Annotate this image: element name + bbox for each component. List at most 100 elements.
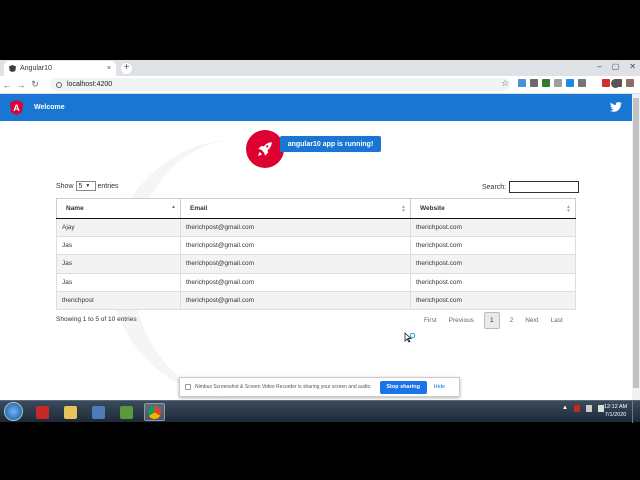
- share-message: Nimbus Screenshot & Screen Video Recorde…: [195, 384, 372, 390]
- cell-email: therichpost@gmail.com: [180, 273, 411, 292]
- extension-icon[interactable]: [566, 79, 574, 87]
- clock-date: 7/1/2020: [604, 412, 627, 418]
- minimize-button[interactable]: –: [597, 62, 601, 71]
- cell-website: therichpost.com: [410, 254, 576, 274]
- url-text[interactable]: localhost:4200: [67, 81, 112, 88]
- angular-logo-icon: A: [10, 100, 23, 115]
- menu-kebab-icon[interactable]: ⋮: [626, 78, 635, 89]
- show-label: Show: [56, 182, 74, 190]
- tab-close-icon[interactable]: ×: [107, 65, 111, 72]
- cell-name: Jas: [56, 254, 181, 274]
- chrome-icon: [148, 405, 161, 419]
- table-search-control: Search:: [482, 181, 580, 193]
- spacer: [590, 79, 598, 87]
- taskbar-app-chrome[interactable]: [144, 403, 165, 421]
- hide-button[interactable]: Hide: [434, 384, 445, 390]
- column-header-email[interactable]: Email ▲ ▼: [180, 198, 411, 219]
- taskbar-clock[interactable]: 12:12 AM 7/1/2020: [604, 403, 627, 419]
- screen-share-notification: Nimbus Screenshot & Screen Video Recorde…: [179, 377, 460, 397]
- taskbar: ▲ 12:12 AM 7/1/2020: [0, 400, 640, 423]
- back-arrow-icon[interactable]: ←: [0, 80, 14, 90]
- cell-website: therichpost.com: [410, 273, 576, 292]
- last-page-button[interactable]: Last: [545, 313, 569, 328]
- tray-app-icon[interactable]: [573, 405, 580, 412]
- pagination: First Previous 1 2 Next Last: [418, 312, 569, 329]
- app-toolbar: A Welcome: [0, 94, 632, 121]
- table-header-row: Name ▲ Email ▲ ▼ Website ▲ ▼: [56, 198, 576, 219]
- show-desktop-button[interactable]: [632, 401, 640, 423]
- share-icon: [185, 384, 191, 390]
- reload-icon[interactable]: ↻: [28, 79, 42, 90]
- cell-email: therichpost@gmail.com: [180, 254, 411, 274]
- extension-icon[interactable]: [578, 79, 586, 87]
- chevron-down-icon: ▼: [85, 183, 91, 189]
- extension-icon[interactable]: [530, 79, 538, 87]
- table-row: Jas therichpost@gmail.com therichpost.co…: [56, 254, 576, 274]
- bookmark-star-icon[interactable]: ☆: [501, 78, 509, 89]
- tray-expand-icon[interactable]: ▲: [562, 405, 568, 412]
- address-bar[interactable]: localhost:4200: [50, 78, 510, 91]
- forward-arrow-icon[interactable]: →: [14, 80, 28, 90]
- desktop-screen: Angular10 × + – ▢ ✕ ← → ↻ localhost:4200…: [0, 0, 640, 480]
- sort-both-icon: ▲ ▼: [566, 204, 571, 214]
- close-window-button[interactable]: ✕: [629, 62, 636, 71]
- filezilla-icon: [36, 405, 49, 419]
- previous-page-button[interactable]: Previous: [443, 313, 480, 328]
- table-row: Ajay therichpost@gmail.com therichpost.c…: [56, 218, 576, 238]
- page-viewport: A Welcome angular10 app is running! Show…: [0, 94, 632, 400]
- network-icon[interactable]: [585, 405, 592, 412]
- data-table: Name ▲ Email ▲ ▼ Website ▲ ▼ Ajay theric…: [56, 198, 576, 310]
- taskbar-app-filezilla[interactable]: [32, 403, 53, 421]
- twitter-icon[interactable]: [610, 102, 622, 112]
- cell-website: therichpost.com: [410, 236, 576, 256]
- clock-time: 12:12 AM: [604, 404, 628, 410]
- column-header-website[interactable]: Website ▲ ▼: [410, 198, 576, 219]
- app-running-badge: angular10 app is running!: [280, 136, 381, 152]
- cell-website: therichpost.com: [410, 218, 576, 238]
- extension-icon[interactable]: [518, 79, 526, 87]
- cell-name: Jas: [56, 236, 181, 256]
- entries-length-control: Show 5 ▼ entries: [56, 181, 119, 191]
- start-button[interactable]: [4, 402, 23, 421]
- next-page-button[interactable]: Next: [519, 313, 544, 328]
- tab-title: Angular10: [20, 65, 52, 72]
- system-tray: ▲: [562, 405, 604, 412]
- new-tab-button[interactable]: +: [121, 63, 132, 74]
- app-icon: [92, 405, 105, 419]
- cell-email: therichpost@gmail.com: [180, 291, 411, 310]
- extension-icon[interactable]: [554, 79, 562, 87]
- search-label: Search:: [482, 183, 507, 191]
- taskbar-app-editor[interactable]: [116, 403, 137, 421]
- search-input[interactable]: [509, 181, 580, 193]
- welcome-text: Welcome: [34, 104, 65, 111]
- extension-icon[interactable]: [602, 79, 610, 87]
- extension-icon[interactable]: [542, 79, 550, 87]
- browser-tab[interactable]: Angular10 ×: [4, 61, 116, 76]
- column-header-name[interactable]: Name ▲: [56, 198, 181, 219]
- table-row: Jas therichpost@gmail.com therichpost.co…: [56, 273, 576, 292]
- cell-name: Ajay: [56, 218, 181, 238]
- table-row: Jas therichpost@gmail.com therichpost.co…: [56, 236, 576, 256]
- sort-ascending-icon: ▲: [171, 204, 176, 210]
- cell-website: therichpost.com: [410, 291, 576, 310]
- taskbar-app-tool[interactable]: [88, 403, 109, 421]
- app-icon: [120, 405, 133, 419]
- stop-sharing-button[interactable]: Stop sharing: [379, 380, 427, 394]
- folder-icon: [64, 405, 77, 419]
- angular-favicon-icon: [9, 65, 16, 72]
- page-2-button[interactable]: 2: [504, 313, 520, 328]
- cell-name: Jas: [56, 273, 181, 292]
- window-controls: – ▢ ✕: [597, 62, 636, 71]
- first-page-button[interactable]: First: [418, 313, 443, 328]
- profile-avatar[interactable]: [611, 79, 620, 88]
- scrollbar-thumb[interactable]: [633, 98, 639, 388]
- entries-select[interactable]: 5 ▼: [75, 181, 96, 191]
- page-scrollbar[interactable]: [632, 94, 640, 400]
- page-1-button[interactable]: 1: [483, 312, 500, 329]
- maximize-button[interactable]: ▢: [612, 62, 620, 71]
- taskbar-app-explorer[interactable]: [60, 403, 81, 421]
- cell-email: therichpost@gmail.com: [180, 218, 411, 238]
- info-icon[interactable]: [56, 81, 62, 88]
- busy-cursor-icon: [404, 332, 416, 343]
- rocket-badge: [246, 130, 284, 168]
